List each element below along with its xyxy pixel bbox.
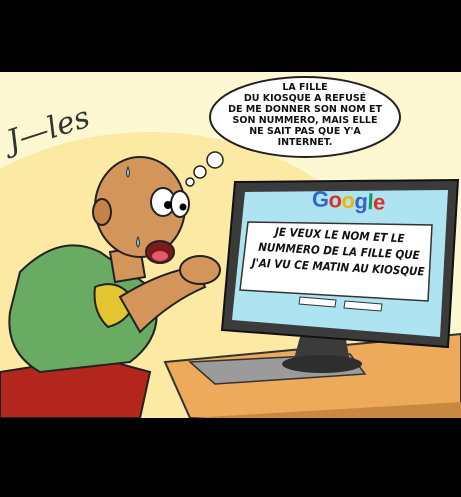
search-query-text: JE VEUX LE NOM ET LE NUMMERO DE LA FILLE…: [251, 224, 425, 279]
eye: [170, 190, 190, 218]
thought-bubble-text: LA FILLE DU KIOSQUE A REFUSÉ DE ME DONNE…: [228, 82, 382, 148]
hands: [179, 255, 221, 285]
comic-panel: LA FILLE DU KIOSQUE A REFUSÉ DE ME DONNE…: [0, 72, 461, 418]
google-logo: Google: [311, 186, 386, 215]
